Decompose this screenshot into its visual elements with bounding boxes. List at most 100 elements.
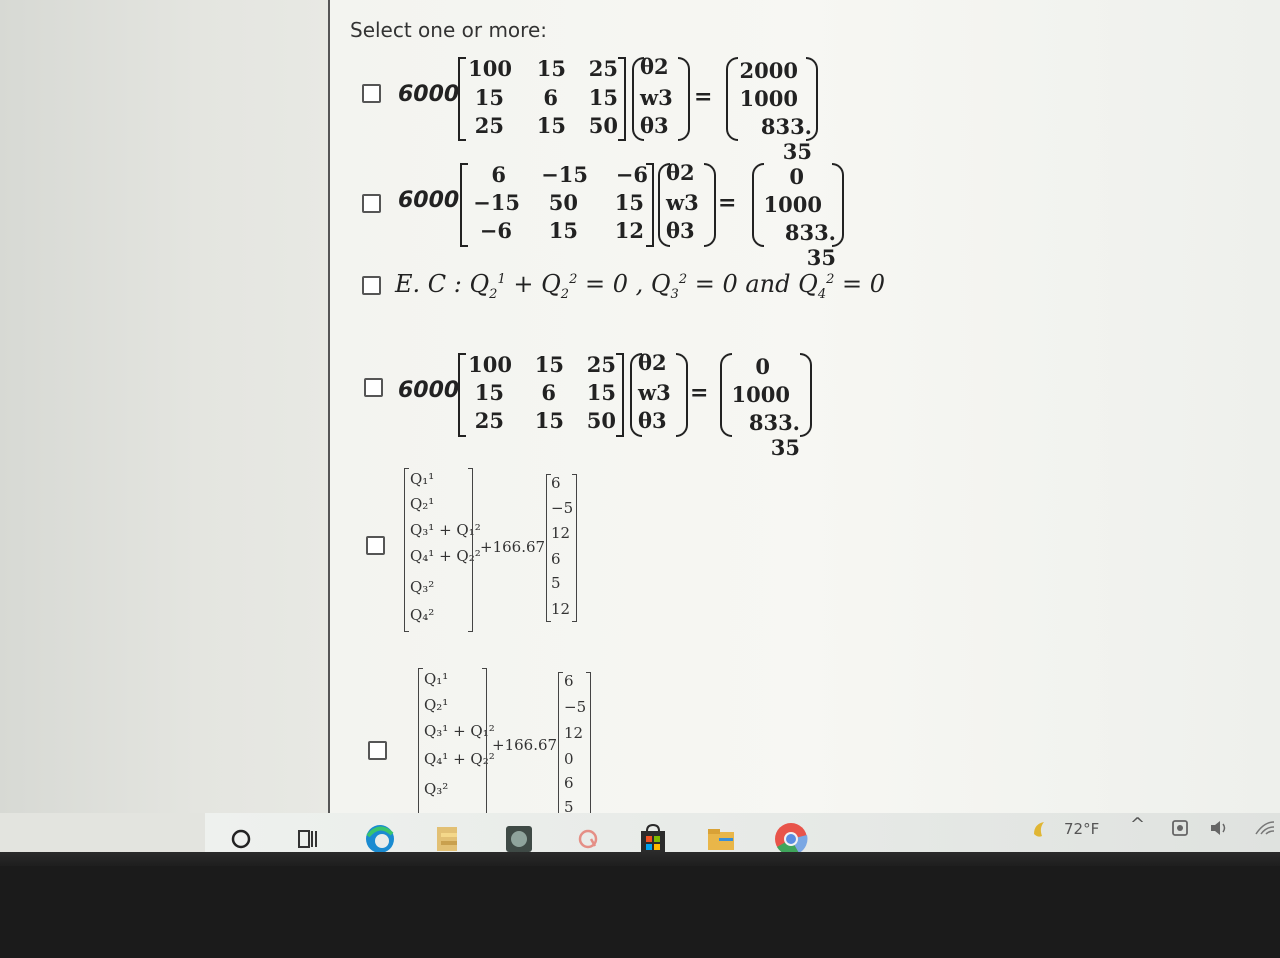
matrix-cell: 15 — [474, 85, 504, 110]
rhs-cell: 12 — [564, 724, 584, 742]
chrome-icon[interactable] — [772, 823, 810, 856]
vector-cell: w3 — [640, 85, 673, 110]
ec-sub: 2 — [560, 286, 570, 302]
rhs-cell: 6 — [551, 474, 561, 492]
matrix-cell: 15 — [534, 352, 564, 377]
ec-text: = 0 — [834, 270, 886, 298]
equals-sign: = — [690, 380, 709, 406]
vector-cell: θ3 — [638, 408, 667, 433]
store-icon[interactable] — [636, 823, 670, 853]
vector-cell: θ3 — [640, 113, 669, 138]
vector-cell: θ2 — [640, 54, 669, 79]
chevron-up-icon[interactable]: ^ — [1130, 814, 1145, 835]
rhs-cell: 6 — [564, 672, 574, 690]
rhs-cell: 833. 35 — [760, 114, 812, 164]
option-2-scalar: 6000 — [398, 188, 460, 213]
rhs-cell: 6 — [551, 550, 561, 568]
option-1-scalar: 6000 — [398, 82, 460, 107]
ec-sup: 1 — [497, 272, 506, 287]
equals-sign: = — [718, 190, 737, 216]
matrix-cell: −15 — [541, 162, 588, 187]
file-manager-icon[interactable] — [432, 826, 464, 852]
lhs-cell: Q₃² — [410, 578, 435, 596]
volume-icon[interactable] — [1208, 818, 1230, 842]
app-icon[interactable] — [574, 826, 602, 852]
lhs-cell: Q₂¹ — [424, 696, 449, 714]
rhs-cell: 1000 — [731, 382, 790, 407]
option-6-checkbox[interactable] — [368, 741, 387, 760]
rhs-cell: 1000 — [739, 86, 798, 111]
ec-text: + Q — [505, 270, 561, 298]
matrix-cell: 15 — [474, 380, 504, 405]
lhs-cell: Q₃² — [424, 780, 449, 798]
matrix-cell: 15 — [614, 190, 644, 215]
matrix-cell: 25 — [586, 352, 616, 377]
matrix-cell: 100 — [468, 56, 512, 81]
matrix-cell: 50 — [548, 190, 578, 215]
matrix-cell: 25 — [474, 408, 504, 433]
rhs-cell: 0 — [564, 750, 574, 768]
lhs-cell: Q₄² — [410, 606, 435, 624]
vector-cell: θ3 — [666, 218, 695, 243]
lhs-cell: Q₁¹ — [410, 470, 435, 488]
option-2-checkbox[interactable] — [362, 194, 381, 213]
multiplier: +166.67 — [492, 736, 558, 754]
temperature-text[interactable]: 72°F — [1064, 820, 1099, 838]
matrix-cell: 25 — [474, 113, 504, 138]
matrix-cell: 15 — [536, 56, 566, 81]
wifi-icon[interactable] — [1254, 818, 1276, 842]
option-4-equation: 100 15 25 15 6 15 25 15 50 θ2 w3 θ3 = 0 … — [458, 348, 838, 460]
rhs-cell: 2000 — [739, 58, 798, 83]
equals-sign: = — [694, 84, 713, 110]
matrix-cell: 100 — [468, 352, 512, 377]
matrix-cell: −6 — [479, 218, 512, 243]
rhs-cell: 6 — [564, 774, 574, 792]
ec-text: E. C : Q — [395, 270, 490, 298]
laptop-bezel — [0, 866, 1280, 958]
matrix-cell: 15 — [586, 380, 616, 405]
lhs-cell: Q₂¹ — [410, 495, 435, 513]
ec-sub: 4 — [817, 286, 827, 302]
rhs-cell: 0 — [789, 164, 804, 189]
ec-sup: 2 — [678, 272, 688, 287]
vector-cell: θ2 — [666, 160, 695, 185]
matrix-cell: −15 — [473, 190, 520, 215]
ec-text: = 0 and Q — [687, 270, 818, 298]
matrix-cell: 6 — [541, 380, 556, 405]
rhs-cell: 833. 35 — [784, 220, 836, 270]
matrix-cell: 50 — [588, 113, 618, 138]
rhs-cell: 833. 35 — [748, 410, 800, 460]
option-1-equation: 100 15 25 15 6 15 25 15 50 θ2 w3 θ3 = 20… — [458, 52, 838, 164]
option-3-equation: E. C : Q21 + Q22 = 0 , Q32 = 0 and Q42 =… — [395, 270, 885, 302]
photos-icon[interactable] — [502, 826, 536, 852]
matrix-cell: 15 — [588, 85, 618, 110]
weather-icon[interactable] — [1030, 818, 1056, 844]
network-icon[interactable] — [1170, 818, 1190, 842]
explorer-icon[interactable] — [704, 826, 738, 852]
option-3-checkbox[interactable] — [362, 276, 381, 295]
matrix-cell: 15 — [534, 408, 564, 433]
matrix-cell: 15 — [536, 113, 566, 138]
rhs-cell: −5 — [564, 698, 587, 716]
option-4-checkbox[interactable] — [364, 378, 383, 397]
matrix-cell: 25 — [588, 56, 618, 81]
edge-icon[interactable] — [362, 825, 398, 853]
rhs-cell: 12 — [551, 600, 571, 618]
task-view-icon[interactable] — [294, 826, 322, 852]
vector-cell: w3 — [638, 380, 671, 405]
matrix-cell: 6 — [543, 85, 558, 110]
option-1-checkbox[interactable] — [362, 84, 381, 103]
vector-cell: θ2 — [638, 350, 667, 375]
option-2-equation: 6 −15 −6 −15 50 15 −6 15 12 θ2 w3 θ3 = 0… — [460, 158, 860, 270]
rhs-cell: 1000 — [763, 192, 822, 217]
rhs-cell: 5 — [551, 574, 561, 592]
matrix-cell: −6 — [615, 162, 648, 187]
ec-text: = 0 , Q — [577, 270, 671, 298]
circle-start-icon[interactable] — [228, 826, 254, 852]
background-left-surface — [0, 0, 330, 820]
question-prompt: Select one or more: — [350, 18, 547, 42]
matrix-cell: 6 — [491, 162, 506, 187]
lhs-cell: Q₁¹ — [424, 670, 449, 688]
matrix-cell: 50 — [586, 408, 616, 433]
option-5-checkbox[interactable] — [366, 536, 385, 555]
